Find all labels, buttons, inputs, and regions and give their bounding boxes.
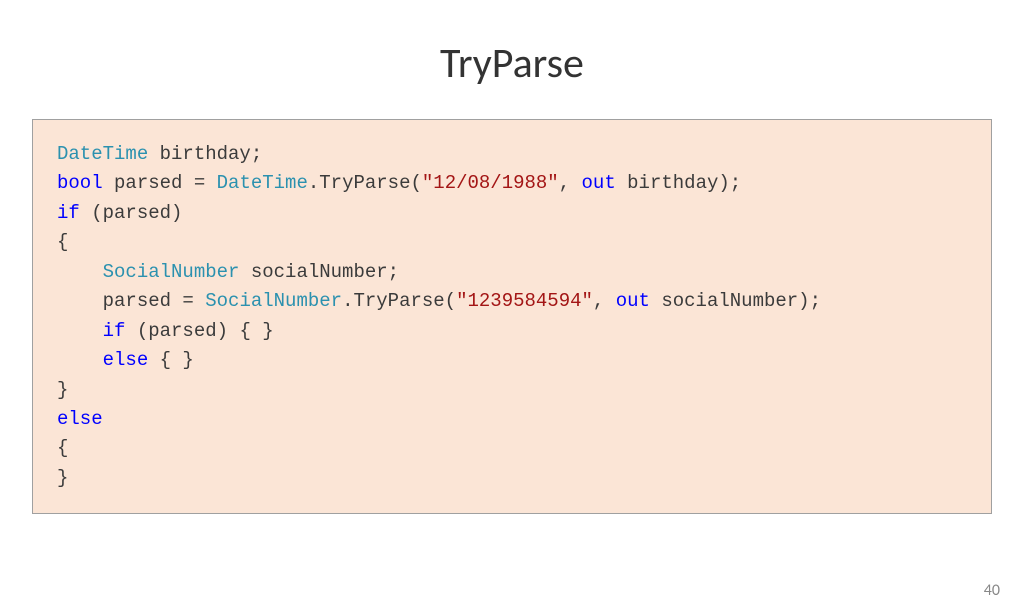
code-text: , [559,172,582,194]
token-keyword: else [57,408,103,430]
slide-title: TryParse [0,38,1024,89]
code-text: } [57,379,68,401]
token-type: DateTime [217,172,308,194]
token-type: DateTime [57,143,148,165]
code-text: parsed = [57,290,205,312]
code-text: (parsed) { } [125,320,273,342]
token-keyword: else [103,349,149,371]
code-text: } [57,467,68,489]
token-type: SocialNumber [103,261,240,283]
code-text: birthday; [148,143,262,165]
code-text: .TryParse( [342,290,456,312]
code-text: .TryParse( [308,172,422,194]
token-type: SocialNumber [205,290,342,312]
code-text: (parsed) [80,202,183,224]
code-text [57,320,103,342]
code-text [57,261,103,283]
code-text: socialNumber; [239,261,399,283]
token-keyword: if [57,202,80,224]
code-text: socialNumber); [650,290,821,312]
code-text: { } [148,349,194,371]
page-number: 40 [984,581,1000,600]
code-text [57,349,103,371]
code-text: , [593,290,616,312]
token-keyword: out [582,172,616,194]
token-string: "12/08/1988" [422,172,559,194]
code-block: DateTime birthday; bool parsed = DateTim… [32,119,992,514]
code-text: { [57,231,68,253]
code-text: birthday); [616,172,741,194]
token-keyword: if [103,320,126,342]
token-keyword: out [616,290,650,312]
token-string: "1239584594" [456,290,593,312]
token-keyword: bool [57,172,103,194]
code-text: parsed = [103,172,217,194]
code-text: { [57,437,68,459]
